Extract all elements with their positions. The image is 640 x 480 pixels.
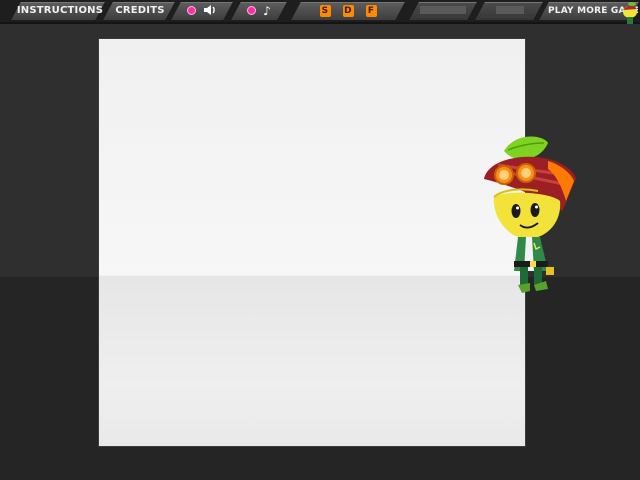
music-note-icon: ♪ xyxy=(263,3,271,18)
fruit-character-icon xyxy=(484,136,576,293)
music-status-dot xyxy=(247,6,257,15)
credits-button[interactable]: CREDITS xyxy=(108,2,172,19)
quality-s-button[interactable]: S xyxy=(319,4,331,17)
sound-status-dot xyxy=(187,6,196,15)
disabled-slot-2 xyxy=(496,6,524,14)
top-toolbar: INSTRUCTIONS CREDITS ♪ S D F PLAY MORE G… xyxy=(0,0,640,24)
speaker-icon xyxy=(203,4,217,18)
sound-toggle-button[interactable] xyxy=(176,2,228,19)
quality-d-button[interactable]: D xyxy=(342,4,354,17)
quality-f-button[interactable]: F xyxy=(365,4,377,17)
game-stage[interactable] xyxy=(98,38,526,447)
music-toggle-button[interactable]: ♪ xyxy=(236,2,282,19)
disabled-slot-1 xyxy=(420,6,466,14)
instructions-button[interactable]: INSTRUCTIONS xyxy=(16,2,104,19)
quality-buttons: S D F xyxy=(296,2,400,19)
corner-mascot-icon[interactable] xyxy=(620,2,640,26)
